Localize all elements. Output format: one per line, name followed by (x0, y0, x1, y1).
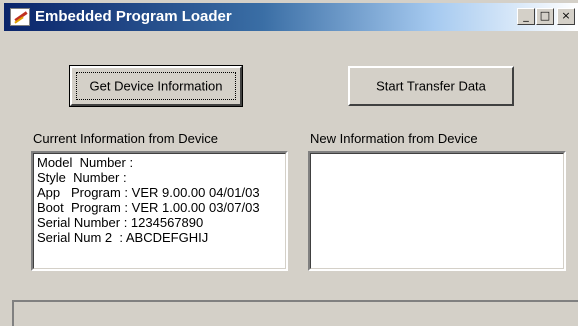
app-program-line: App Program : VER 9.00.00 04/01/03 (37, 185, 260, 200)
app-icon[interactable] (10, 8, 30, 26)
model-number-line: Model Number : (37, 155, 134, 170)
window-title: Embedded Program Loader (35, 8, 232, 25)
start-transfer-data-button[interactable]: Start Transfer Data (348, 66, 514, 106)
get-device-information-button[interactable]: Get Device Information (69, 65, 243, 107)
style-number-line: Style Number : (37, 170, 127, 185)
serial-num-2-line: Serial Num 2 : ABCDEFGHIJ (37, 230, 209, 245)
current-info-listbox[interactable]: Model Number : Style Number : App Progra… (31, 151, 288, 271)
maximize-button[interactable]: □ (536, 8, 554, 25)
main-window: Embedded Program Loader _ □ × Get Device… (0, 0, 578, 326)
minimize-button[interactable]: _ (517, 8, 535, 25)
title-bar[interactable]: Embedded Program Loader _ □ × (4, 3, 578, 31)
status-bar (12, 300, 578, 326)
new-info-label: New Information from Device (310, 131, 478, 146)
boot-program-line: Boot Program : VER 1.00.00 03/07/03 (37, 200, 260, 215)
get-device-information-label: Get Device Information (89, 78, 223, 94)
close-button[interactable]: × (557, 8, 575, 25)
start-transfer-data-label: Start Transfer Data (376, 78, 486, 94)
serial-number-line: Serial Number : 1234567890 (37, 215, 204, 230)
current-info-label: Current Information from Device (33, 131, 218, 146)
new-info-listbox[interactable] (308, 151, 566, 271)
